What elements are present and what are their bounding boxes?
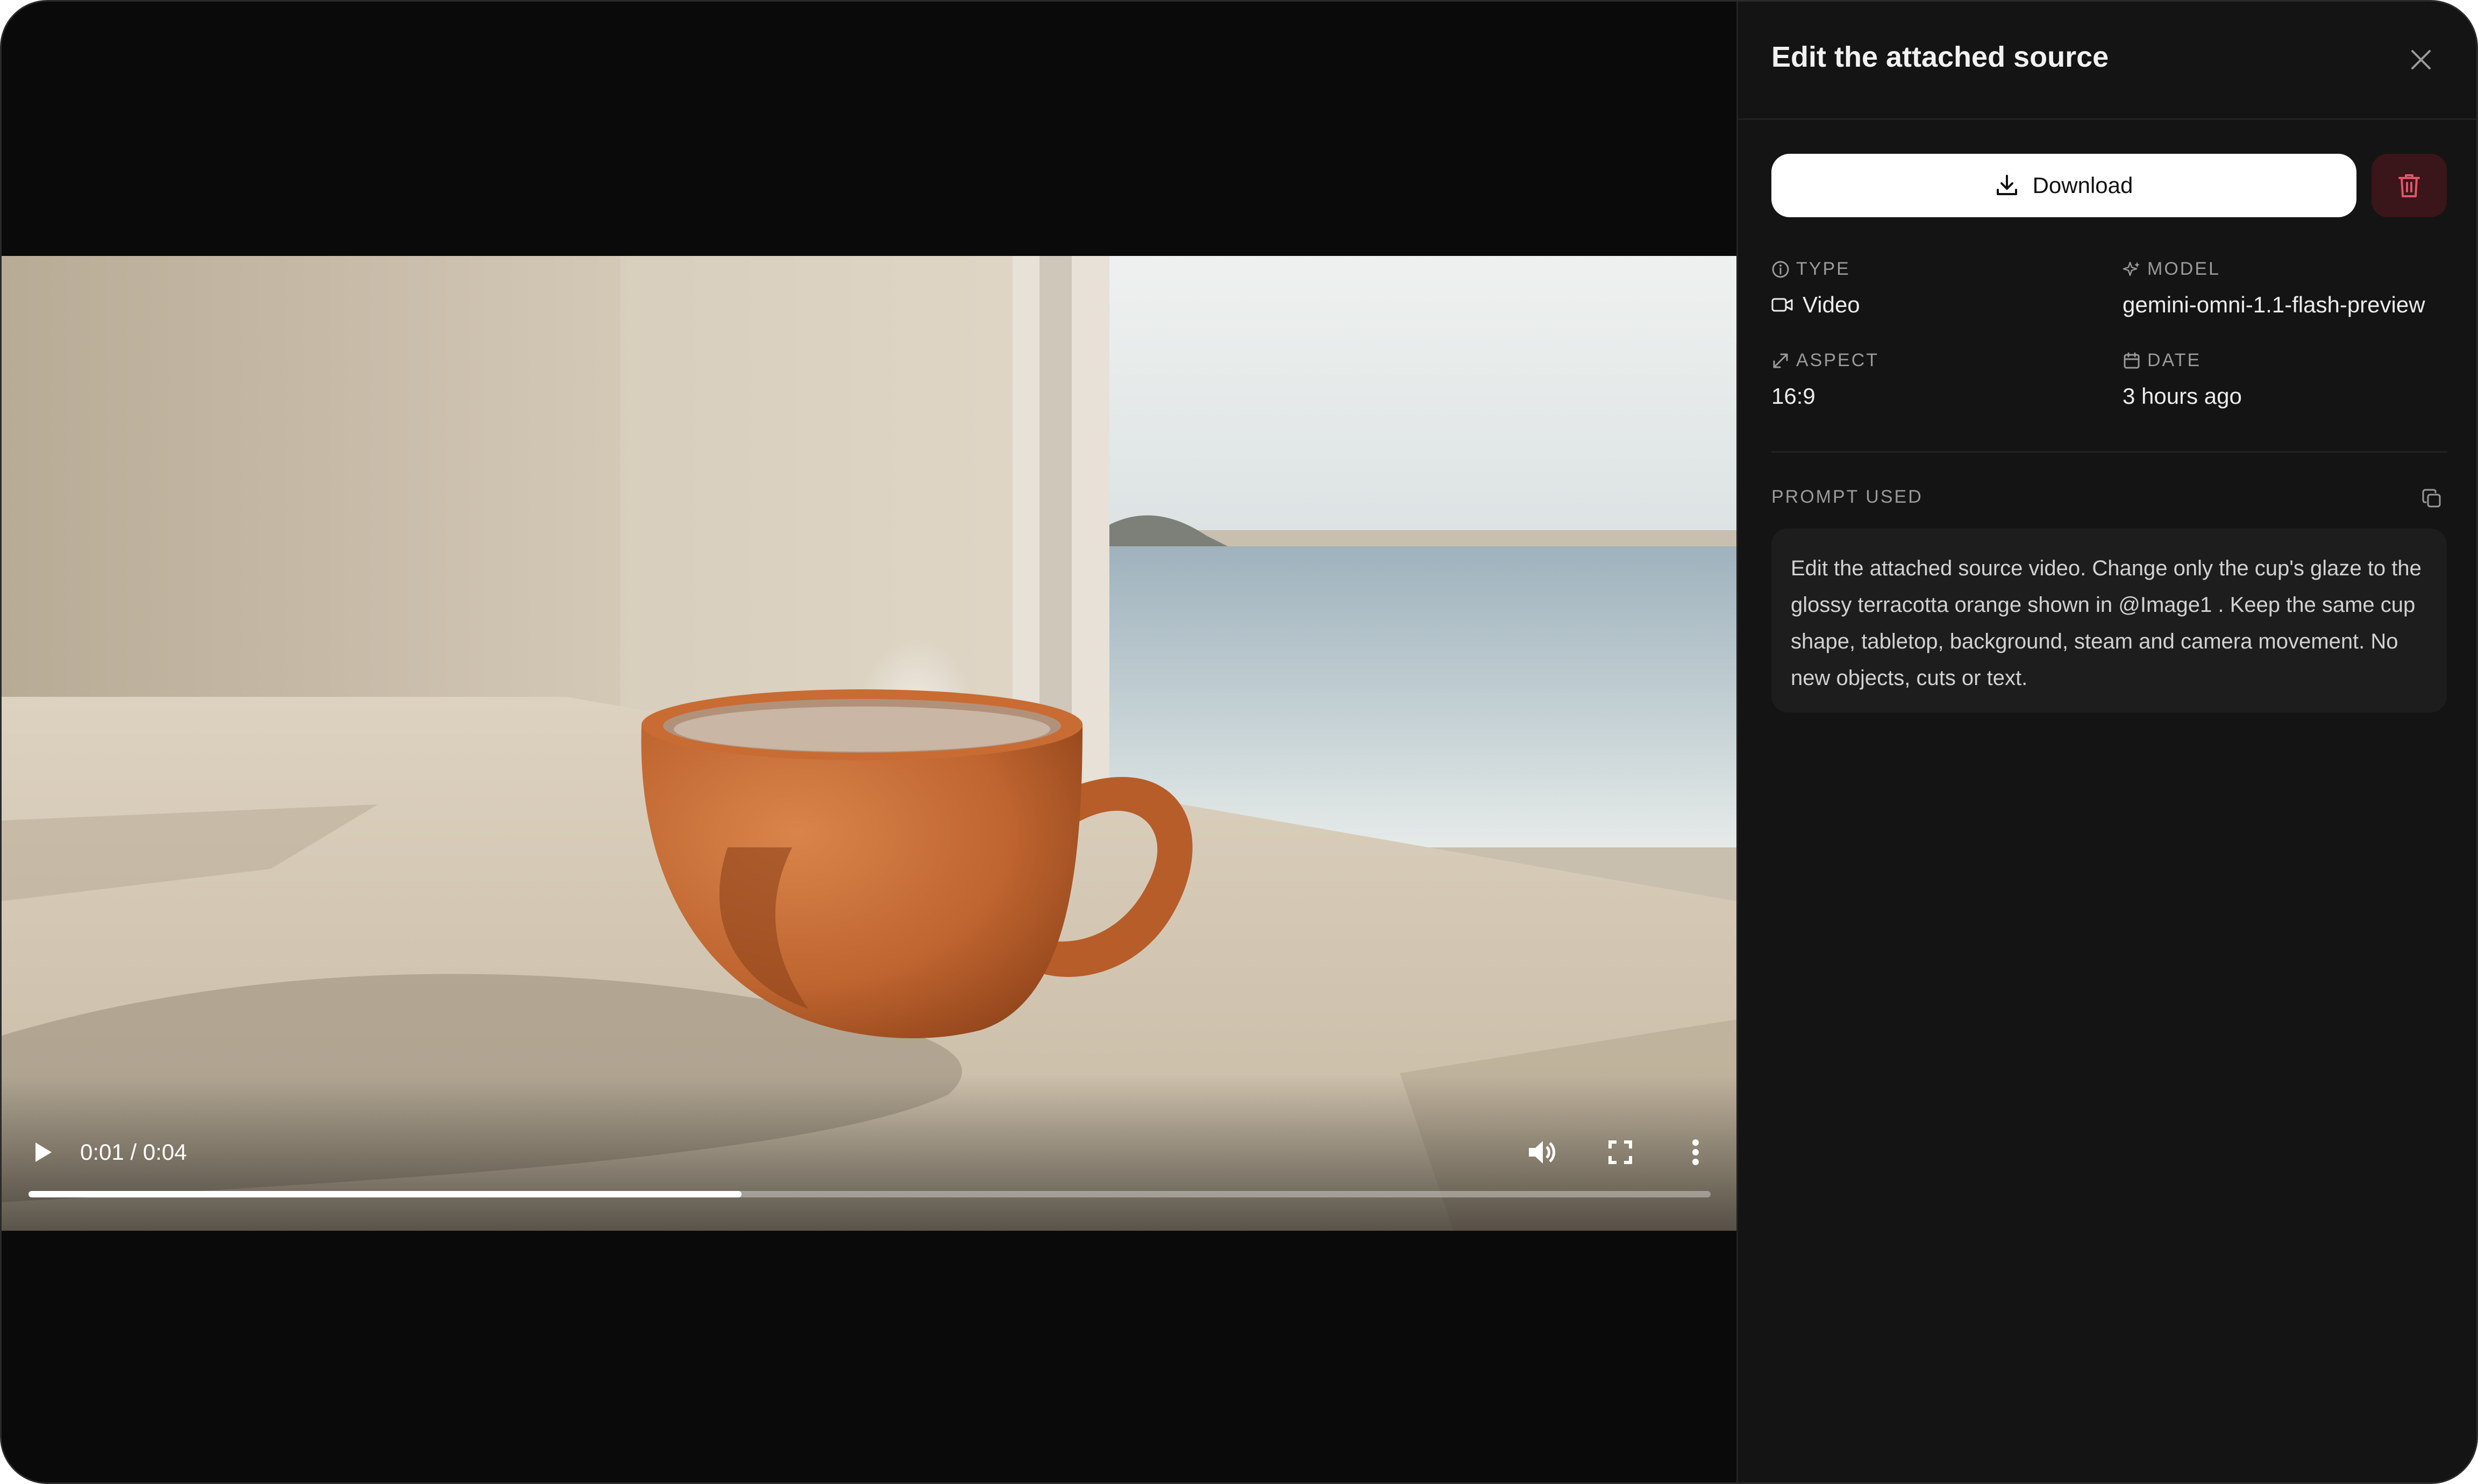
close-button[interactable] — [2405, 44, 2437, 76]
calendar-icon — [2124, 352, 2140, 368]
video-progress-bar[interactable] — [29, 1191, 1711, 1197]
more-options-button[interactable] — [1679, 1133, 1712, 1171]
download-icon — [1996, 175, 2017, 195]
fullscreen-button[interactable] — [1601, 1133, 1639, 1171]
aspect-value: 16:9 — [1771, 383, 1815, 409]
trash-icon — [2398, 174, 2420, 197]
type-value-text: Video — [1803, 292, 1860, 317]
expand-icon — [1773, 353, 1788, 368]
video-pane: 0:01 / 0:04 — [2, 2, 1736, 1482]
app-window: 0:01 / 0:04 Edit the attached source Dow… — [0, 0, 2478, 1484]
model-label-text: MODEL — [2147, 259, 2220, 279]
date-label: DATE — [2123, 350, 2201, 371]
video-camera-icon — [1771, 298, 1793, 312]
close-icon — [2411, 50, 2431, 69]
delete-button[interactable] — [2372, 154, 2447, 217]
model-label: MODEL — [2123, 259, 2220, 280]
fullscreen-icon — [1608, 1140, 1632, 1164]
volume-icon — [1529, 1141, 1555, 1164]
video-player[interactable] — [2, 256, 1736, 1231]
aspect-label: ASPECT — [1771, 350, 1879, 371]
info-icon — [1772, 261, 1789, 277]
panel-title: Edit the attached source — [1771, 41, 2109, 73]
type-label-text: TYPE — [1796, 259, 1850, 279]
details-panel: Edit the attached source Download TYPE V… — [1736, 2, 2476, 1482]
video-progress-fill — [29, 1191, 742, 1197]
model-value: gemini-omni-1.1-flash-preview — [2123, 292, 2425, 317]
type-label: TYPE — [1771, 259, 1850, 280]
more-vertical-icon — [1692, 1139, 1699, 1165]
sparkle-icon — [2123, 261, 2140, 276]
panel-header: Edit the attached source — [1738, 2, 2476, 120]
aspect-label-text: ASPECT — [1796, 350, 1879, 370]
play-icon — [35, 1143, 52, 1162]
copy-icon — [2422, 489, 2441, 508]
copy-prompt-button[interactable] — [2416, 482, 2448, 515]
time-display: 0:01 / 0:04 — [80, 1139, 187, 1165]
volume-button[interactable] — [1523, 1133, 1561, 1171]
date-label-text: DATE — [2147, 350, 2202, 370]
download-button[interactable]: Download — [1771, 154, 2356, 217]
prompt-text: Edit the attached source video. Change o… — [1771, 529, 2447, 712]
controls-gradient — [2, 1075, 1736, 1231]
panel-divider — [1771, 451, 2447, 453]
prompt-label: PROMPT USED — [1771, 487, 1923, 507]
type-value: Video — [1771, 292, 1860, 318]
play-button[interactable] — [27, 1131, 60, 1174]
date-value: 3 hours ago — [2123, 383, 2242, 409]
download-button-label: Download — [2032, 173, 2133, 198]
